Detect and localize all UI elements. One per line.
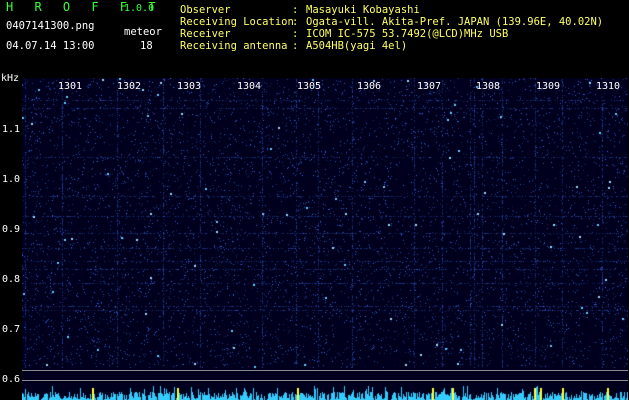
time-label-1302: 1302 <box>117 81 142 92</box>
frequency-unit-label: kHz <box>1 73 20 84</box>
freq-label-0.9: 0.9 <box>2 224 21 235</box>
meteor-count-value: 18 <box>140 40 153 52</box>
freq-label-1.1: 1.1 <box>2 124 21 135</box>
freq-label-0.6: 0.6 <box>2 374 21 385</box>
observation-datetime: 04.07.14 13:00 <box>6 40 95 52</box>
time-label-1307: 1307 <box>417 81 442 92</box>
time-label-1304: 1304 <box>237 81 262 92</box>
location-label: Receiving Location <box>180 16 294 28</box>
meteor-count-label: meteor <box>124 26 162 38</box>
time-label-1303: 1303 <box>177 81 202 92</box>
receiver-colon: : <box>292 28 299 40</box>
baseline-lower <box>22 380 628 381</box>
time-label-1305: 1305 <box>297 81 322 92</box>
antenna-label: Receiving antenna <box>180 40 288 52</box>
location-colon: : <box>292 16 299 28</box>
baseline-upper <box>22 370 628 371</box>
observer-value: Masayuki Kobayashi <box>306 4 420 16</box>
time-label-1309: 1309 <box>536 81 561 92</box>
antenna-value: A504HB(yagi 4el) <box>306 40 408 52</box>
freq-label-0.7: 0.7 <box>2 324 21 335</box>
freq-label-1.0: 1.0 <box>2 174 21 185</box>
time-label-1308: 1308 <box>476 81 501 92</box>
observer-colon: : <box>292 4 299 16</box>
time-label-1301: 1301 <box>58 81 83 92</box>
observer-label: Observer <box>180 4 231 16</box>
spectrogram <box>22 78 628 400</box>
time-label-1306: 1306 <box>357 81 382 92</box>
antenna-colon: : <box>292 40 299 52</box>
image-filename: 0407141300.png <box>6 20 95 32</box>
location-value: Ogata-vill. Akita-Pref. JAPAN (139.96E, … <box>306 16 604 28</box>
receiver-value: ICOM IC-575 53.7492(@LCD)MHz USB <box>306 28 509 40</box>
receiver-label: Receiver <box>180 28 231 40</box>
app-version: 1.0.0 <box>124 3 155 14</box>
freq-label-0.8: 0.8 <box>2 274 21 285</box>
spectrogram-canvas <box>22 78 628 400</box>
time-label-1310: 1310 <box>596 81 621 92</box>
